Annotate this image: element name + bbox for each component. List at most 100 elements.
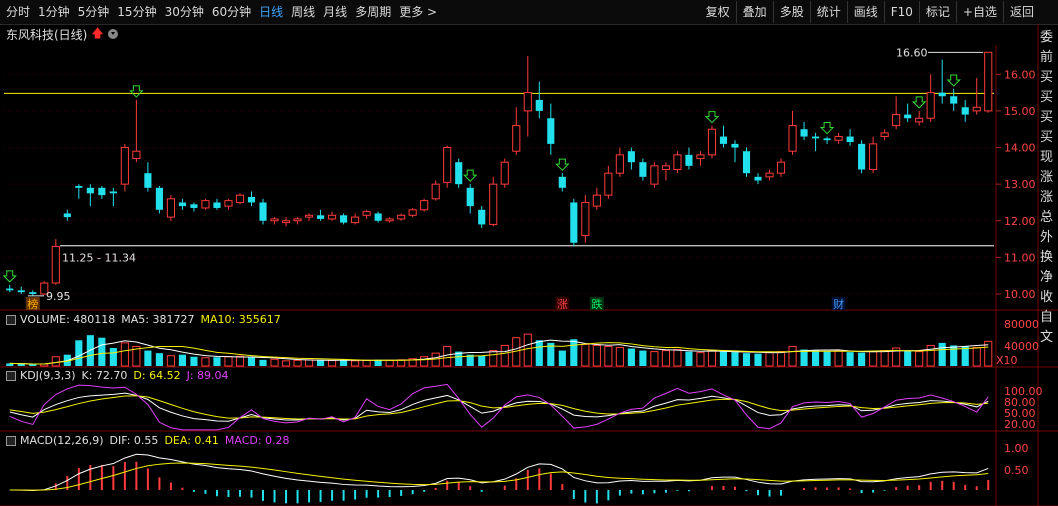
volume-bar [351, 360, 360, 367]
quote-field-label: 买 [1040, 70, 1054, 85]
candle-body [776, 161, 786, 174]
candle-body [523, 92, 532, 112]
kdj-header: KDJ(9,3,3) K: 72.70 D: 64.52 J: 89.04 [6, 369, 235, 382]
quote-field-label: 买 [1040, 90, 1054, 105]
volume-bar [362, 359, 371, 367]
candle-body [259, 202, 267, 221]
volume-bar [650, 351, 659, 367]
candle-body [408, 209, 417, 216]
volume-bar [17, 363, 25, 366]
volume-bar [800, 349, 808, 366]
volume-bar [51, 356, 60, 367]
volume-unit: X10 [996, 354, 1018, 367]
price-axis-label: 16.00 [1004, 68, 1036, 81]
candle-body [512, 125, 521, 152]
volume-bar [685, 351, 693, 366]
candle-body [304, 214, 314, 218]
candle-body [788, 125, 797, 152]
volume-bar [489, 350, 498, 367]
volume-bar [328, 359, 337, 367]
volume-bar [754, 353, 762, 366]
quote-panel-edge: 委前买买买买现涨涨总外换净收自文 [1040, 28, 1058, 348]
candle-body [570, 202, 578, 243]
candle-body [823, 138, 831, 141]
volume-bar [639, 350, 647, 366]
chart-canvas[interactable]: 16.00 15.00 14.00 13.00 12.00 11.00 10.00 16.60… [0, 0, 1058, 506]
macd-label: MACD(12,26,9) [20, 434, 104, 447]
candle-body [673, 154, 682, 171]
volume-bar [558, 350, 566, 366]
volume-bar [109, 348, 117, 366]
candle-body [926, 92, 935, 119]
volume-bar [166, 355, 175, 367]
stock-chart-app: 分时 1分钟 5分钟 15分钟 30分钟 60分钟 日线 周线 月线 多周期 更多 > 复权 叠加 多股… [0, 0, 1058, 506]
candle-body [478, 209, 486, 225]
volume-bar [523, 333, 532, 367]
candle-body [362, 211, 371, 216]
event-marker: 跌 [591, 297, 602, 311]
candle-body [685, 154, 693, 166]
volume-bar [673, 349, 682, 367]
volume-bar [834, 350, 843, 367]
volume-bar [731, 352, 739, 366]
event-marker: 榜 [27, 297, 38, 311]
volume-bar [144, 350, 152, 366]
candle-body [558, 176, 566, 188]
price-axis-label: 13.00 [1004, 178, 1036, 191]
quote-field-label: 总 [1040, 210, 1054, 225]
volume-bar [915, 351, 924, 367]
macd-value: MACD: 0.28 [224, 434, 290, 447]
candle-body [639, 162, 647, 177]
volume-bar [776, 351, 786, 367]
volume-bar [235, 355, 245, 367]
panel-toggle-icon[interactable] [6, 370, 16, 381]
kdj-j: J: 89.04 [186, 369, 229, 382]
volume-header: VOLUME: 480118 MA5: 381727 MA10: 355617 [6, 313, 287, 326]
kdj-d-line [9, 395, 989, 420]
candle-body [535, 99, 543, 111]
candle-body [317, 215, 325, 219]
candle-body [500, 161, 509, 185]
candle-body [915, 117, 924, 123]
candle-body [984, 51, 993, 112]
volume-bar [696, 352, 705, 367]
volume-label: VOLUME: 480118 [20, 313, 116, 326]
candle-body [800, 129, 808, 137]
candle-body [63, 213, 71, 218]
kdj-d: D: 64.52 [133, 369, 181, 382]
quote-field-label: 委 [1040, 30, 1054, 45]
volume-bar [812, 350, 820, 366]
volume-bar [500, 344, 509, 367]
volume-bar [397, 359, 406, 367]
quote-field-label: 文 [1040, 330, 1054, 345]
volume-bar [615, 346, 624, 367]
panel-toggle-icon[interactable] [6, 435, 16, 446]
buy-signal-icon [704, 111, 720, 124]
volume-bar [788, 345, 797, 367]
volume-bar [719, 351, 728, 366]
panel-toggle-icon[interactable] [6, 314, 16, 325]
candle-body [972, 106, 981, 112]
candle-body [765, 172, 774, 178]
volume-bar [281, 360, 291, 367]
candle-body [696, 154, 705, 160]
quote-field-label: 前 [1040, 50, 1054, 65]
candle-body [144, 173, 152, 188]
quote-field-label: 净 [1040, 270, 1054, 285]
volume-bar [478, 355, 486, 366]
high-price-label: 16.60 [896, 46, 928, 59]
quote-field-label: 涨 [1040, 190, 1054, 205]
candle-body [950, 96, 958, 104]
candle-body [581, 201, 590, 236]
buy-signal-icon [129, 85, 144, 98]
volume-bar [742, 353, 751, 366]
candle-body [293, 218, 302, 222]
candle-body [17, 290, 25, 293]
volume-bar [98, 337, 106, 366]
price-axis-label: 15.00 [1004, 105, 1036, 118]
candle-body [731, 143, 739, 148]
macd-header: MACD(12,26,9) DIF: 0.55 DEA: 0.41 MACD: … [6, 434, 296, 447]
candle-body [707, 128, 717, 156]
candle-body [120, 147, 129, 185]
buy-signal-icon [819, 122, 835, 135]
